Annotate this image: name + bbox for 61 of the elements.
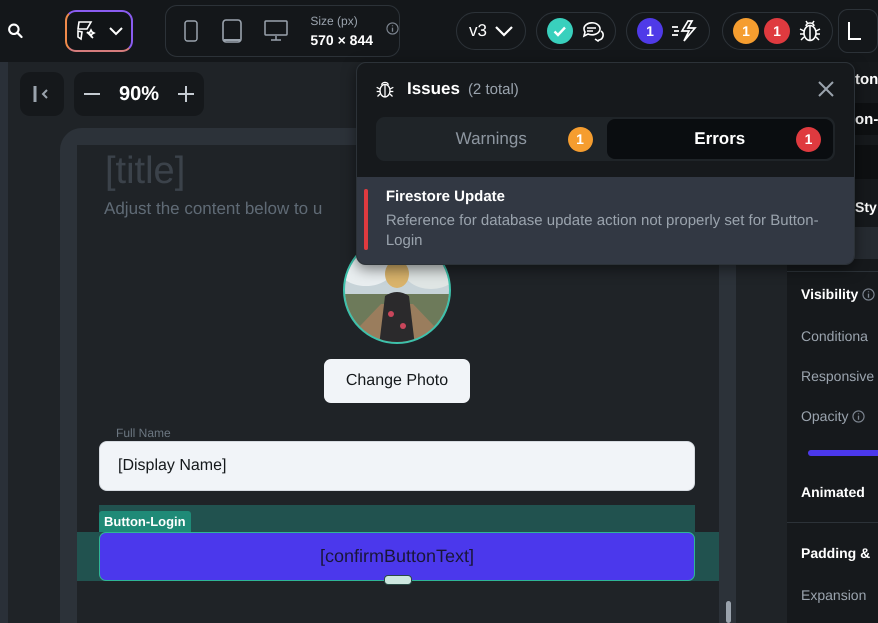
search-icon[interactable] [7,21,24,41]
issue-total: (2 total) [468,80,519,98]
field-label: Full Name [116,427,171,440]
panel-field[interactable] [855,145,878,179]
property-label: Responsive [801,368,874,384]
zoom-level: 90% [118,82,159,106]
page-subtitle: Adjust the content below to u [104,199,324,219]
count-badge: 1 [568,126,592,152]
popover-title: Issues [407,79,460,99]
bug-icon [375,79,395,99]
tablet-icon[interactable] [222,19,242,43]
zoom-in-icon[interactable] [178,86,194,102]
zoom-out-icon[interactable] [84,92,100,96]
opacity-slider[interactable] [808,450,878,456]
chevron-down-icon [109,26,124,36]
check-icon [547,18,573,44]
issues-tab[interactable]: Errors 1 [606,119,833,159]
info-icon[interactable] [862,288,876,300]
bug-icon [798,19,822,43]
error-indicator [364,189,368,250]
issue-message: Reference for database update action not properly set for Button-Login [386,211,820,251]
section-heading: Padding & [801,545,870,561]
property-label: Expansion [801,587,866,603]
logo-button[interactable] [65,10,134,52]
section-heading: Visibility [801,286,858,302]
actions-pill[interactable]: 1 [626,12,710,50]
section-heading: Animated [801,484,865,500]
phone-icon[interactable] [184,20,198,42]
size-value: 570 × 844 [310,32,374,48]
change-photo-button[interactable]: Change Photo [324,359,470,403]
issue-item[interactable]: Firestore Update Reference for database update action not properly set for Button-Login [357,177,854,264]
chat-icon [581,20,605,42]
full-name-field[interactable]: [Display Name] [99,441,695,491]
field-value: [Display Name] [118,457,226,475]
property-label: Conditiona [801,328,868,344]
toolbar-button[interactable] [838,9,878,53]
comments-pill[interactable] [536,12,616,50]
style-label: Sty [855,199,877,215]
version-dropdown[interactable]: v3 [456,12,526,50]
selection-tag: Button-Login [99,511,191,532]
panel-icon [847,21,861,41]
property-label: Opacity [801,408,848,424]
issues-pill[interactable]: 1 1 [722,12,833,50]
info-icon[interactable] [852,410,866,422]
info-icon[interactable] [386,22,400,35]
close-icon[interactable] [818,81,834,97]
scrollbar[interactable] [726,601,731,623]
resize-handle[interactable] [384,575,412,585]
count-badge: 1 [796,126,821,152]
count-badge: 1 [764,18,790,44]
panel-header: ton [855,71,878,88]
desktop-icon[interactable] [264,20,288,42]
size-label: Size (px) [310,14,359,28]
collapse-button[interactable] [20,72,64,116]
issue-title: Firestore Update [386,188,506,205]
count-badge: 1 [733,18,759,44]
lightning-icon [671,20,699,42]
chevron-down-icon [495,26,513,36]
count-badge: 1 [637,18,663,44]
issues-tab[interactable]: Warnings 1 [378,119,604,159]
name-field[interactable]: on- [855,103,878,135]
